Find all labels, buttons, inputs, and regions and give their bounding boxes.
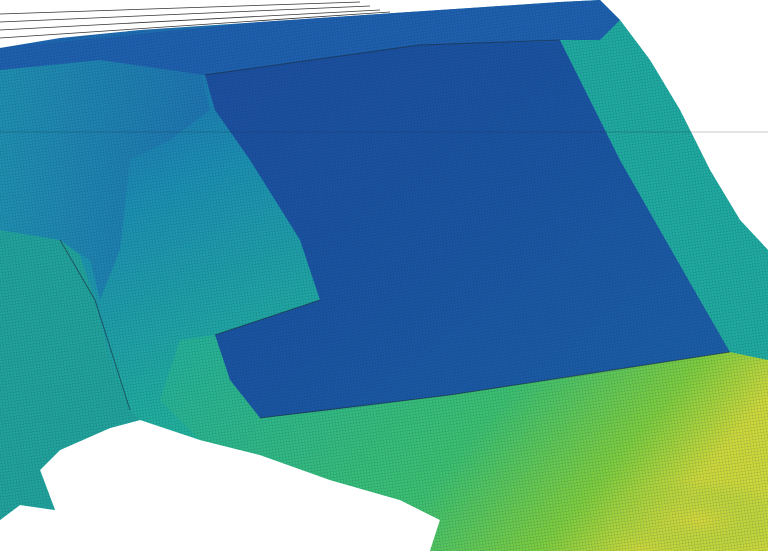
terrain-viewport[interactable] <box>0 0 768 551</box>
terrain-surface[interactable] <box>0 0 768 551</box>
mesh-overlay <box>0 0 768 551</box>
